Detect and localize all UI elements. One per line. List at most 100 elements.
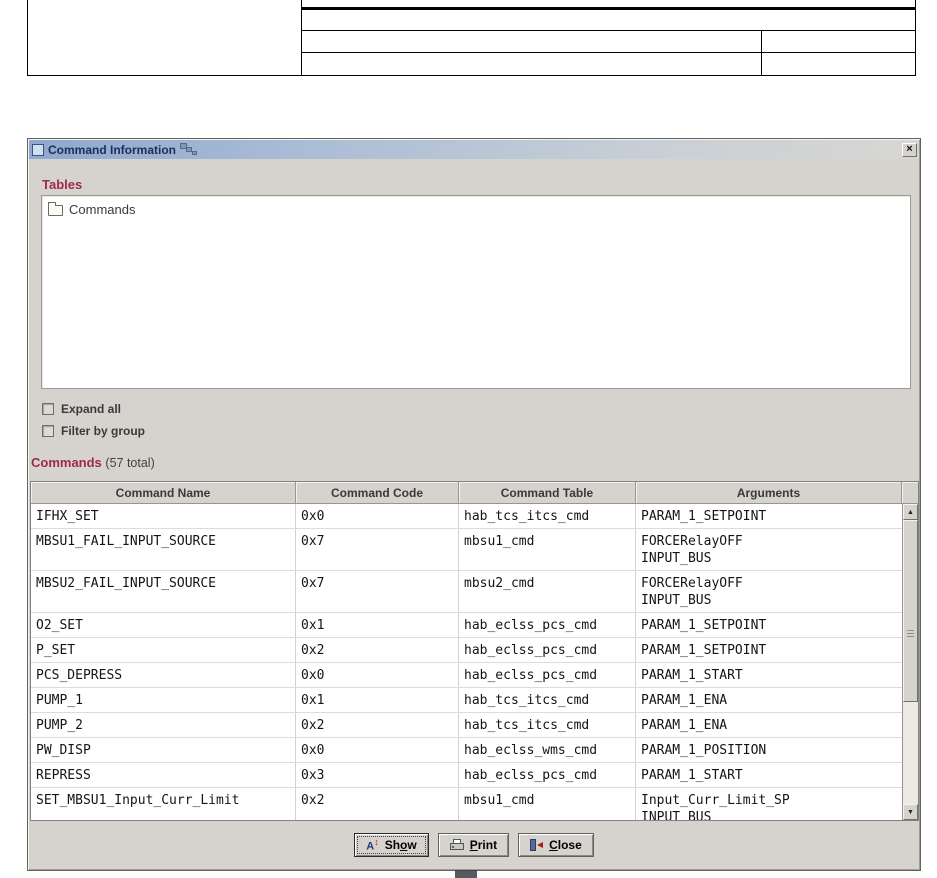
expand-all-checkbox[interactable]	[42, 403, 54, 415]
background-table-divider	[301, 0, 302, 75]
cell-command-name: PCS_DEPRESS	[31, 663, 296, 687]
cell-command-table: mbsu1_cmd	[459, 529, 636, 570]
cell-command-table: mbsu1_cmd	[459, 788, 636, 820]
cell-arguments: PARAM_1_START	[641, 668, 743, 683]
filter-by-group-label: Filter by group	[61, 424, 145, 438]
table-row[interactable]: P_SET 0x2 hab_eclss_pcs_cmd PARAM_1_SETPOIN…	[31, 638, 902, 663]
table-row[interactable]: PUMP_1 0x1 hab_tcs_itcs_cmd PARAM_1_ENA	[31, 688, 902, 713]
cell-command-code: 0x0	[296, 738, 459, 762]
cell-command-table: mbsu2_cmd	[459, 571, 636, 612]
cell-command-code: 0x3	[296, 763, 459, 787]
table-row[interactable]: PUMP_2 0x2 hab_tcs_itcs_cmd PARAM_1_ENA	[31, 713, 902, 738]
cell-command-table: hab_eclss_pcs_cmd	[459, 613, 636, 637]
column-header-arguments[interactable]: Arguments	[636, 482, 902, 504]
cell-command-code: 0x2	[296, 788, 459, 820]
cell-command-code: 0x7	[296, 571, 459, 612]
background-table-divider	[301, 7, 915, 10]
window-icon	[32, 143, 44, 156]
show-button-label: Show	[384, 838, 417, 852]
table-row[interactable]: MBSU1_FAIL_INPUT_SOURCE 0x7 mbsu1_cmd FORCE…	[31, 529, 902, 571]
tables-section-heading: Tables	[42, 177, 83, 192]
cell-command-table: hab_tcs_itcs_cmd	[459, 504, 636, 528]
cell-command-code: 0x0	[296, 663, 459, 687]
cell-arguments: PARAM_1_ENA	[641, 693, 728, 708]
scroll-up-button[interactable]: ▲	[903, 504, 918, 520]
cell-command-name: REPRESS	[31, 763, 296, 787]
table-row[interactable]: SET_MBSU1_Input_Curr_Limit 0x2 mbsu1_cmd In…	[31, 788, 902, 820]
cell-command-table: hab_eclss_pcs_cmd	[459, 638, 636, 662]
scroll-down-button[interactable]: ▼	[903, 804, 918, 820]
cell-arguments: PARAM_1_ENA	[641, 718, 728, 733]
column-header-command-table[interactable]: Command Table	[459, 482, 636, 504]
dialog-title: Command Information	[48, 142, 176, 157]
cell-arguments: PARAM_1_SETPOINT	[641, 643, 767, 658]
table-row[interactable]: REPRESS 0x3 hab_eclss_pcs_cmd PARAM_1_START	[31, 763, 902, 788]
print-button-label: Print	[469, 838, 498, 852]
footer-button-bar: A↕ Show Print Close	[28, 832, 920, 858]
command-information-dialog: Command Information × Tables Commands Ex…	[27, 138, 921, 871]
scrollbar-track[interactable]	[903, 520, 918, 804]
background-table	[27, 0, 916, 76]
table-row[interactable]: MBSU2_FAIL_INPUT_SOURCE 0x7 mbsu2_cmd FORCE…	[31, 571, 902, 613]
cell-command-code: 0x0	[296, 504, 459, 528]
cell-command-name: MBSU2_FAIL_INPUT_SOURCE	[31, 571, 296, 612]
column-header-command-name[interactable]: Command Name	[31, 482, 296, 504]
background-table-divider	[301, 30, 915, 31]
cell-command-code: 0x1	[296, 613, 459, 637]
cell-arguments: FORCERelayOFF INPUT_BUS	[641, 576, 743, 608]
cell-command-table: hab_tcs_itcs_cmd	[459, 713, 636, 737]
table-row[interactable]: O2_SET 0x1 hab_eclss_pcs_cmd PARAM_1_SETPOI…	[31, 613, 902, 638]
window-close-button[interactable]: ×	[902, 142, 917, 157]
table-row[interactable]: PCS_DEPRESS 0x0 hab_eclss_pcs_cmd PARAM_1_S…	[31, 663, 902, 688]
print-icon	[449, 839, 464, 851]
show-icon: A↕	[366, 836, 379, 853]
cell-arguments: PARAM_1_SETPOINT	[641, 509, 767, 524]
close-button[interactable]: Close	[518, 833, 594, 857]
cell-arguments: PARAM_1_SETPOINT	[641, 618, 767, 633]
cell-command-table: hab_eclss_wms_cmd	[459, 738, 636, 762]
cell-arguments: PARAM_1_START	[641, 768, 743, 783]
commands-total-count: (57 total)	[105, 456, 155, 470]
cell-command-name: PUMP_1	[31, 688, 296, 712]
cell-command-code: 0x7	[296, 529, 459, 570]
scrollbar-thumb[interactable]	[903, 520, 918, 702]
tables-tree-panel: Commands	[41, 195, 911, 389]
tree-item-label: Commands	[69, 202, 136, 217]
cell-command-name: IFHX_SET	[31, 504, 296, 528]
cell-arguments: FORCERelayOFF INPUT_BUS	[641, 534, 743, 566]
print-button[interactable]: Print	[437, 833, 510, 857]
commands-heading-text: Commands	[31, 455, 102, 470]
close-button-label: Close	[549, 838, 582, 852]
folder-icon	[48, 202, 63, 216]
title-bar[interactable]: Command Information ×	[29, 140, 919, 159]
background-table-divider	[301, 52, 915, 53]
cell-arguments: Input_Curr_Limit_SP INPUT_BUS	[641, 793, 790, 820]
vertical-scrollbar[interactable]: ▲ ▼	[902, 504, 918, 820]
scrollbar-thumb-grip	[907, 632, 914, 634]
cell-command-name: PW_DISP	[31, 738, 296, 762]
filter-by-group-checkbox[interactable]	[42, 425, 54, 437]
cell-command-name: PUMP_2	[31, 713, 296, 737]
cell-command-name: SET_MBSU1_Input_Curr_Limit	[31, 788, 296, 820]
expand-all-checkbox-row: Expand all	[42, 402, 121, 416]
cell-command-code: 0x1	[296, 688, 459, 712]
cell-command-name: MBSU1_FAIL_INPUT_SOURCE	[31, 529, 296, 570]
cell-command-table: hab_eclss_pcs_cmd	[459, 663, 636, 687]
partially-visible-background-content	[455, 870, 477, 878]
table-header-row: Command Name Command Code Command Table …	[31, 482, 918, 504]
tree-item-commands[interactable]: Commands	[48, 202, 135, 217]
cell-command-code: 0x2	[296, 638, 459, 662]
table-row[interactable]: IFHX_SET 0x0 hab_tcs_itcs_cmd PARAM_1_SETPO…	[31, 504, 902, 529]
show-button[interactable]: A↕ Show	[354, 833, 429, 857]
table-body: IFHX_SET 0x0 hab_tcs_itcs_cmd PARAM_1_SETPO…	[31, 504, 918, 820]
filter-by-group-checkbox-row: Filter by group	[42, 424, 145, 438]
commands-section-heading: Commands (57 total)	[31, 455, 155, 470]
scrollbar-header-corner	[902, 482, 918, 504]
close-icon	[530, 839, 544, 851]
cell-command-name: P_SET	[31, 638, 296, 662]
commands-table-rows: IFHX_SET 0x0 hab_tcs_itcs_cmd PARAM_1_SETPO…	[31, 504, 902, 820]
cell-arguments: PARAM_1_POSITION	[641, 743, 767, 758]
column-header-command-code[interactable]: Command Code	[296, 482, 459, 504]
table-row[interactable]: PW_DISP 0x0 hab_eclss_wms_cmd PARAM_1_POSIT…	[31, 738, 902, 763]
cell-command-table: hab_eclss_pcs_cmd	[459, 763, 636, 787]
